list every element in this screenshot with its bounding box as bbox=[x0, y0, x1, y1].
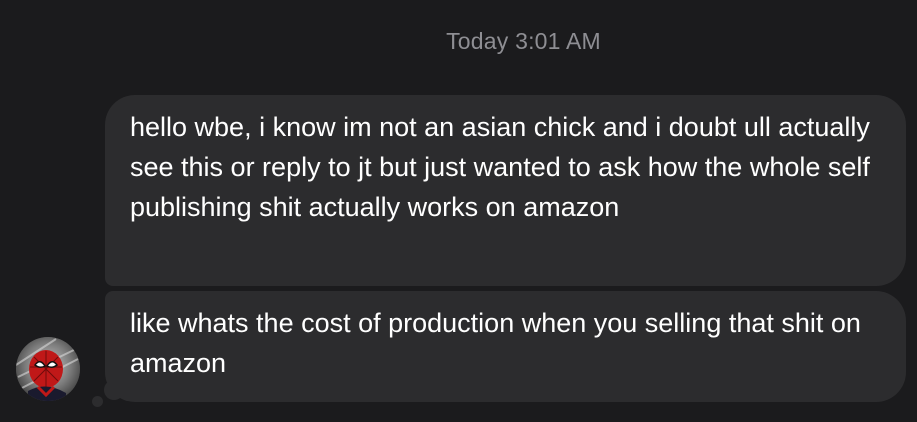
message-bubble[interactable]: hello wbe, i know im not an asian chick … bbox=[105, 95, 906, 286]
spiderman-avatar-icon bbox=[16, 337, 80, 401]
bubble-tail-dot bbox=[92, 396, 103, 407]
bubble-tail bbox=[104, 380, 124, 400]
message-bubble[interactable]: like whats the cost of production when y… bbox=[105, 291, 906, 402]
message-text: hello wbe, i know im not an asian chick … bbox=[130, 112, 878, 222]
message-timestamp: Today 3:01 AM bbox=[446, 28, 601, 54]
chat-thread: Today 3:01 AM hello wbe, i know im not a… bbox=[0, 0, 917, 422]
sender-avatar[interactable] bbox=[16, 337, 80, 401]
message-text: like whats the cost of production when y… bbox=[130, 308, 869, 378]
